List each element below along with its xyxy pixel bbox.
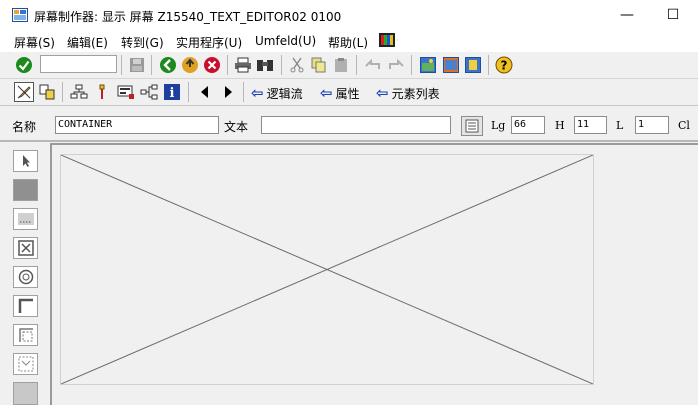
subscreen-tool-icon[interactable] [13, 324, 38, 346]
layout-icon-2[interactable] [441, 55, 461, 75]
h-field[interactable]: 11 [574, 116, 607, 134]
check-icon[interactable] [14, 55, 34, 75]
window-title: 屏幕制作器: 显示 屏幕 Z15540_TEXT_EDITOR02 0100 [34, 10, 342, 24]
pin-icon[interactable] [92, 82, 112, 102]
logic-flow-button[interactable]: ⇦ 逻辑流 [251, 84, 303, 102]
edit-mode-icon[interactable] [14, 82, 34, 102]
minimize-button[interactable]: — [604, 0, 650, 30]
text-label: 文本 [224, 120, 249, 134]
undo-icon[interactable] [363, 55, 383, 75]
toolbar-separator [488, 55, 489, 75]
app-icon [12, 8, 28, 22]
toolbar-separator [281, 55, 282, 75]
back-icon[interactable] [158, 55, 178, 75]
menu-goto[interactable]: 转到(G) [121, 34, 164, 51]
logic-flow-label: 逻辑流 [266, 86, 303, 101]
paste-icon[interactable] [331, 55, 351, 75]
toolbar-separator [227, 55, 228, 75]
text-field-tool-icon[interactable] [13, 179, 38, 201]
color-palette-icon[interactable] [379, 33, 395, 47]
toolbar-separator [356, 55, 357, 75]
custom-container-element[interactable] [60, 154, 594, 385]
input-field-tool-icon[interactable] [13, 208, 38, 230]
menu-screen[interactable]: 屏幕(S) [14, 34, 55, 51]
l-field[interactable]: 1 [635, 116, 669, 134]
toolbar-separator [188, 82, 189, 102]
previous-icon[interactable] [195, 82, 215, 102]
toolbar-separator [151, 55, 152, 75]
pointer-tool-icon[interactable] [13, 150, 38, 172]
lg-label: Lg [491, 119, 506, 132]
checkbox-tool-icon[interactable] [13, 237, 38, 259]
text-list-icon[interactable] [461, 116, 483, 136]
next-icon[interactable] [218, 82, 238, 102]
print-icon[interactable] [233, 55, 253, 75]
find-icon[interactable] [255, 55, 275, 75]
attributes-label: 属性 [335, 86, 360, 101]
table-control-tool-icon[interactable] [13, 353, 38, 375]
element-list-button[interactable]: ⇦ 元素列表 [376, 84, 440, 102]
l-label: L [616, 119, 624, 132]
layout-icon-3[interactable] [463, 55, 483, 75]
arrow-left-icon: ⇦ [320, 84, 333, 102]
lg-field[interactable]: 66 [511, 116, 545, 134]
command-field[interactable] [40, 55, 117, 73]
toolbar-separator [62, 82, 63, 102]
svg-text:i: i [170, 86, 175, 100]
name-label: 名称 [12, 120, 37, 134]
hierarchy-icon[interactable] [69, 82, 89, 102]
container-placeholder-cross [60, 154, 594, 385]
network-icon[interactable] [139, 82, 159, 102]
toolbar-separator [411, 55, 412, 75]
exit-icon[interactable] [180, 55, 200, 75]
toolbar-separator [121, 55, 122, 75]
svg-text:?: ? [501, 59, 508, 73]
radio-button-tool-icon[interactable] [13, 266, 38, 288]
menu-utilities[interactable]: 实用程序(U) [176, 34, 242, 51]
layout-icon-1[interactable] [418, 55, 438, 75]
name-field[interactable]: CONTAINER [55, 116, 219, 134]
cl-label: Cl [678, 119, 690, 132]
menu-umfeld[interactable]: Umfeld(U) [255, 34, 316, 48]
element-list-label: 元素列表 [391, 86, 440, 101]
menu-edit[interactable]: 编辑(E) [67, 34, 108, 51]
attributes-button[interactable]: ⇦ 属性 [320, 84, 360, 102]
h-label: H [555, 119, 565, 132]
copy-icon[interactable] [309, 55, 329, 75]
screen-layout-icon[interactable] [116, 82, 136, 102]
cut-icon[interactable] [287, 55, 307, 75]
help-icon[interactable]: ? [494, 55, 514, 75]
toolbar-separator [243, 82, 244, 102]
custom-control-tool-icon[interactable] [13, 382, 38, 405]
text-field[interactable] [261, 116, 451, 134]
arrow-left-icon: ⇦ [251, 84, 264, 102]
frame-tool-icon[interactable] [13, 295, 38, 317]
menu-help[interactable]: 帮助(L) [328, 34, 368, 51]
info-icon[interactable]: i [162, 82, 182, 102]
toggle-display-icon[interactable] [37, 82, 57, 102]
cancel-icon[interactable] [202, 55, 222, 75]
maximize-button[interactable]: ☐ [650, 0, 696, 30]
redo-icon[interactable] [386, 55, 406, 75]
save-icon[interactable] [127, 55, 147, 75]
arrow-left-icon: ⇦ [376, 84, 389, 102]
